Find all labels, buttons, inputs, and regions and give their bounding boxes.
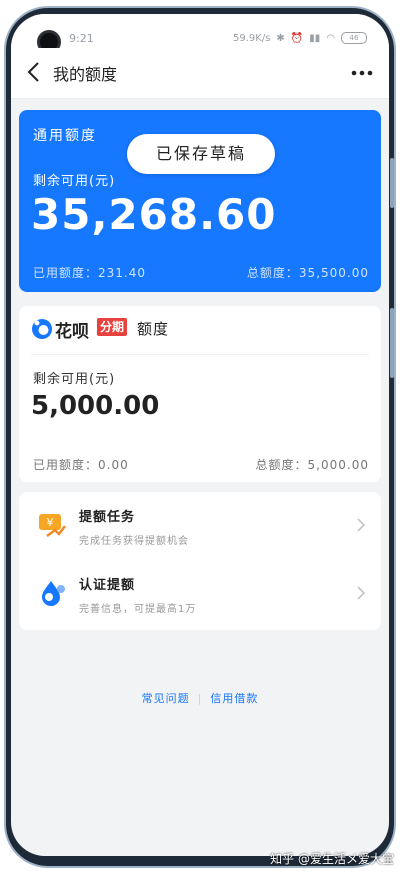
draft-saved-toast: 已保存草稿 — [127, 134, 275, 174]
back-arrow-icon[interactable] — [21, 58, 49, 86]
task-description: 完成任务获得提额机会 — [79, 536, 189, 547]
status-bar: 9:21 59.9K/s ✱ ⏰ ▮▮ ◠ 46 — [11, 14, 389, 54]
huabei-used-quota: 已用额度：0.00 — [33, 458, 129, 472]
page-title: 我的额度 — [53, 65, 118, 84]
general-quota-title: 通用额度 — [33, 128, 97, 144]
coin-task-icon: ¥ — [39, 514, 66, 537]
divider — [31, 354, 369, 355]
huabei-quota-label: 额度 — [137, 320, 170, 338]
top-navigation: 我的额度 — [11, 48, 389, 99]
chevron-right-icon — [357, 586, 366, 600]
quota-tasks-card: ¥ 提额任务 完成任务获得提额机会 认证提额 完善信息，可提最高1万 — [19, 492, 381, 630]
link-separator: | — [197, 692, 203, 705]
status-icons: 59.9K/s ✱ ⏰ ▮▮ ◠ 46 — [233, 32, 367, 44]
more-options-icon[interactable] — [349, 60, 375, 86]
volume-button — [390, 158, 394, 208]
battery-icon: 46 — [341, 32, 367, 44]
remaining-label: 剩余可用(元) — [33, 174, 116, 189]
huabei-remaining-label: 剩余可用(元) — [33, 372, 116, 387]
verify-drop-icon — [42, 581, 65, 606]
huabei-remaining-amount: 5,000.00 — [31, 391, 160, 421]
status-time: 9:21 — [69, 32, 94, 45]
task-title: 认证提额 — [79, 578, 136, 593]
task-row-verify-raise[interactable]: 认证提额 完善信息，可提最高1万 — [19, 560, 381, 628]
installment-tag: 分期 — [97, 318, 128, 336]
watermark: 知乎 @爱生活メ爱大宝 — [270, 852, 394, 866]
credit-loan-link[interactable]: 信用借款 — [210, 690, 258, 706]
total-quota: 总额度：35,500.00 — [246, 266, 369, 280]
remaining-amount: 35,268.60 — [31, 190, 277, 239]
faq-link[interactable]: 常见问题 — [142, 690, 190, 706]
task-title: 提额任务 — [79, 510, 136, 525]
alarm-icon: ⏰ — [290, 32, 304, 44]
general-quota-card[interactable]: 通用额度 已保存草稿 剩余可用(元) 35,268.60 已用额度：231.40… — [19, 110, 381, 292]
network-speed: 59.9K/s — [233, 32, 271, 44]
huabei-total-quota: 总额度：5,000.00 — [255, 458, 369, 472]
huabei-logo-icon — [32, 319, 52, 339]
bluetooth-icon: ✱ — [276, 32, 285, 44]
task-row-raise-quota[interactable]: ¥ 提额任务 完成任务获得提额机会 — [19, 492, 381, 560]
footer-links: 常见问题 | 信用借款 — [11, 690, 389, 706]
huabei-brand: 花呗 — [55, 322, 89, 342]
svg-text:¥: ¥ — [47, 516, 54, 529]
signal-icon: ▮▮ — [309, 32, 321, 44]
wifi-icon: ◠ — [326, 32, 335, 44]
power-button — [390, 308, 394, 378]
huabei-quota-card[interactable]: 花呗 分期 额度 剩余可用(元) 5,000.00 已用额度：0.00 总额度：… — [19, 306, 381, 482]
chevron-right-icon — [357, 518, 366, 532]
screen: 9:21 59.9K/s ✱ ⏰ ▮▮ ◠ 46 我的额度 通用额度 已保存草稿… — [11, 14, 389, 856]
task-description: 完善信息，可提最高1万 — [79, 604, 197, 615]
used-quota: 已用额度：231.40 — [33, 266, 146, 280]
